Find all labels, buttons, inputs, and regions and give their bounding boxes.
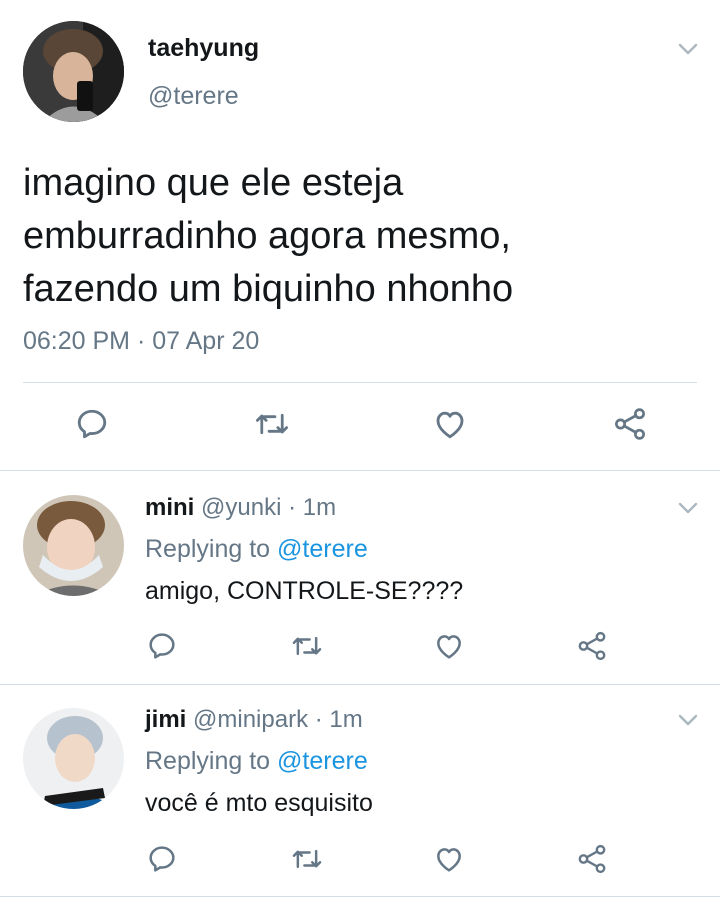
replying-to: Replying to @terere	[145, 747, 368, 776]
replying-to-link[interactable]: @terere	[277, 535, 368, 563]
divider	[23, 382, 697, 383]
like-button[interactable]	[428, 404, 472, 444]
replying-prefix: Replying to	[145, 747, 271, 775]
display-name[interactable]: taehyung	[148, 34, 259, 63]
tweet-text-line: emburradinho agora mesmo,	[23, 215, 511, 257]
tweet-text-line: imagino que ele esteja	[23, 162, 404, 204]
reply-button[interactable]	[140, 839, 184, 879]
divider	[0, 470, 720, 471]
reply-icon	[77, 409, 107, 439]
chevron-down-icon[interactable]	[677, 497, 699, 519]
retweet-icon	[255, 413, 289, 435]
reply-text: amigo, CONTROLE-SE????	[145, 577, 464, 605]
chevron-down-icon[interactable]	[677, 38, 699, 60]
retweet-button[interactable]	[250, 404, 294, 444]
reply-time: · 1m	[288, 494, 337, 521]
replying-to: Replying to @terere	[145, 535, 368, 564]
reply-header: mini @yunki · 1m	[145, 494, 336, 522]
reply-text: você é mto esquisito	[145, 789, 373, 817]
divider	[0, 896, 720, 897]
replying-prefix: Replying to	[145, 535, 271, 563]
reply-icon	[149, 633, 175, 659]
like-icon	[436, 411, 464, 439]
like-button[interactable]	[427, 839, 471, 879]
share-icon	[615, 408, 645, 440]
replying-to-link[interactable]: @terere	[277, 747, 368, 775]
tweet-text-line: fazendo um biquinho nhonho	[23, 268, 514, 310]
reply-header: jimi @minipark · 1m	[145, 706, 363, 734]
like-button[interactable]	[427, 626, 471, 666]
divider	[0, 684, 720, 685]
handle[interactable]: @yunki	[201, 494, 281, 521]
retweet-button[interactable]	[285, 626, 329, 666]
tweet-time: 06:20 PM	[23, 327, 131, 355]
reply-time: · 1m	[314, 706, 363, 733]
reply-button[interactable]	[140, 626, 184, 666]
display-name[interactable]: mini	[145, 494, 194, 521]
share-button[interactable]	[570, 839, 614, 879]
reply-button[interactable]	[70, 404, 114, 444]
retweet-icon	[292, 849, 322, 869]
tweet-date: 07 Apr 20	[152, 327, 260, 355]
display-name[interactable]: jimi	[145, 706, 186, 733]
retweet-button[interactable]	[285, 839, 329, 879]
reply-icon	[149, 846, 175, 872]
separator-dot: ·	[136, 327, 146, 355]
avatar[interactable]	[23, 495, 124, 596]
like-icon	[437, 635, 461, 659]
timestamp[interactable]: 06:20 PM · 07 Apr 20	[23, 327, 259, 356]
chevron-down-icon[interactable]	[677, 709, 699, 731]
avatar[interactable]	[23, 21, 124, 122]
avatar[interactable]	[23, 708, 124, 809]
handle[interactable]: @minipark	[193, 706, 308, 733]
like-icon	[437, 848, 461, 872]
share-button[interactable]	[608, 404, 652, 444]
handle[interactable]: @terere	[148, 82, 239, 111]
share-icon	[578, 631, 606, 661]
retweet-icon	[292, 636, 322, 656]
share-button[interactable]	[570, 626, 614, 666]
share-icon	[578, 844, 606, 874]
tweet-text: imagino que ele esteja emburradinho agor…	[23, 157, 713, 316]
